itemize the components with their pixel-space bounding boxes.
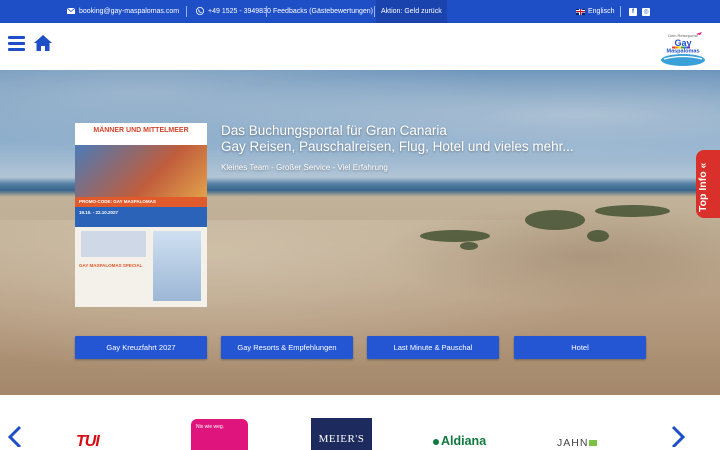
email-text: booking@gay-maspalomas.com [79,8,180,15]
aldiana-text: Aldiana [441,434,487,448]
hero-title-line1: Das Buchungsportal für Gran Canaria [221,123,447,138]
uk-flag-icon [576,8,585,15]
site-logo[interactable]: Dein Reiseportal Gay Maspalomas [658,29,708,67]
poster-special: GAY MASPALOMAS SPECIAL [79,263,143,268]
language-text: Englisch [588,8,615,15]
divider [186,6,187,17]
poster-promo: PROMO-CODE: GAY MASPALOMAS [75,197,207,207]
jahn-logo[interactable]: JAHN [557,437,598,449]
meiers-logo[interactable]: MEIER'S [311,418,372,450]
language-selector[interactable]: Englisch [576,0,614,23]
hero-title: Das Buchungsportal für Gran Canaria Gay … [221,123,574,155]
partner-carousel: TUI Nix wie weg. MEIER'S Aldiana JAHN [0,395,720,450]
logo-sub-text: Maspalomas [666,49,699,55]
phone-text: +49 1525 - 3949830 [208,8,271,15]
home-icon[interactable] [33,34,53,52]
poster-map [81,231,146,257]
top-info-label: Top Info « [697,162,709,212]
aktion-link[interactable]: Aktion: Geld zurück [376,0,447,23]
hero-subtitle: Kleines Team - Großer Service - Viel Erf… [221,163,388,172]
aldiana-logo[interactable]: Aldiana [433,434,486,448]
tui-logo[interactable]: TUI [76,433,100,450]
last-minute-button[interactable]: Last Minute & Pauschal [367,336,499,359]
divider [266,6,267,17]
phone-icon [196,6,204,17]
feedback-text: Feedbacks (Gästebewertungen) [273,8,373,15]
email-link[interactable]: booking@gay-maspalomas.com [66,0,180,23]
instagram-icon: ◎ [642,7,650,16]
hero-section: MÄNNER UND MITTELMEER PROMO-CODE: GAY MA… [0,70,720,395]
jahn-mark-icon [589,440,598,446]
aktion-text: Aktion: Geld zurück [381,8,442,15]
facebook-icon: f [629,7,637,16]
hero-title-line2: Gay Reisen, Pauschalreisen, Flug, Hotel … [221,139,574,154]
mail-icon [66,7,76,16]
phone-link[interactable]: +49 1525 - 3949830 [196,0,271,23]
feedback-link[interactable]: Feedbacks (Gästebewertungen) [273,0,373,23]
cruise-poster[interactable]: MÄNNER UND MITTELMEER PROMO-CODE: GAY MA… [75,123,207,307]
chevron-left-icon[interactable] [4,425,26,449]
site-header: Dein Reiseportal Gay Maspalomas [0,23,720,70]
poster-photo [75,145,207,197]
poster-people-photo [153,231,201,301]
poster-headline: MÄNNER UND MITTELMEER [75,123,207,145]
menu-icon[interactable] [8,36,25,51]
chevron-right-icon[interactable] [667,425,689,449]
instagram-link[interactable]: ◎ [642,0,650,23]
gay-cruise-button[interactable]: Gay Kreuzfahrt 2027 [75,336,207,359]
aldiana-mark-icon [433,439,439,445]
hotel-button[interactable]: Hotel [514,336,646,359]
divider [620,6,621,17]
jahn-text: JAHN [557,437,589,449]
top-bar: booking@gay-maspalomas.com +49 1525 - 39… [0,0,720,23]
top-info-tab[interactable]: Top Info « [696,150,720,218]
divider [374,6,375,17]
facebook-link[interactable]: f [629,0,637,23]
gay-resorts-button[interactable]: Gay Resorts & Empfehlungen [221,336,353,359]
pink-partner-logo[interactable]: Nix wie weg. [191,419,248,450]
poster-dates: 19.10. - 22.10.2027 [75,207,207,227]
